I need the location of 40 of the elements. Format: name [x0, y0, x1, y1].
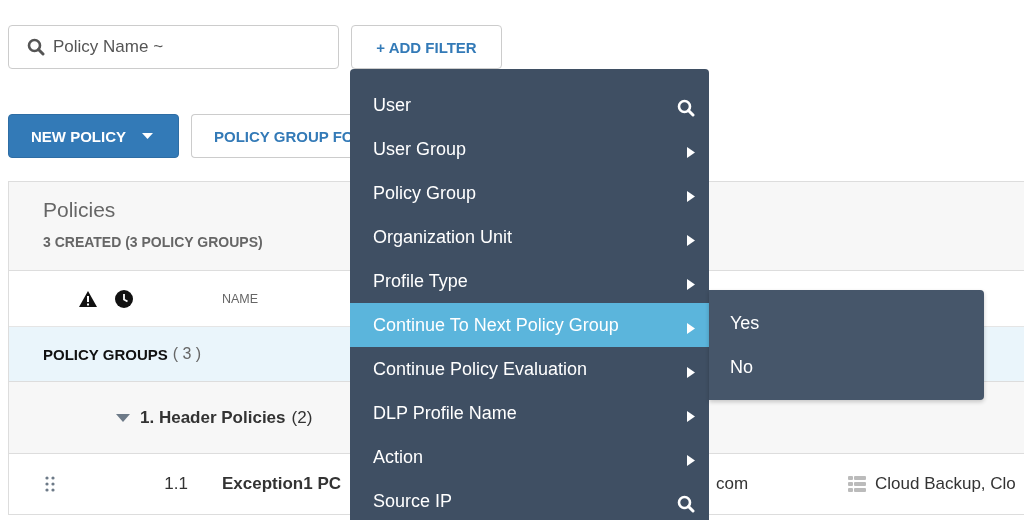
clock-icon — [115, 289, 133, 308]
policy-number: 1.1 — [164, 474, 189, 494]
menu-item[interactable]: Action — [350, 435, 709, 479]
new-policy-button[interactable]: NEW POLICY — [8, 114, 179, 158]
submenu-item[interactable]: Yes — [709, 301, 984, 345]
submenu-item[interactable]: No — [709, 345, 984, 389]
caret-down-icon — [142, 133, 153, 139]
search-icon — [677, 495, 695, 513]
caret-right-icon — [687, 454, 695, 466]
policy-name: Exception1 PC — [221, 474, 343, 494]
policy-groups-count: ( 3 ) — [172, 345, 202, 363]
caret-right-icon — [687, 190, 695, 202]
destination-cell: Cloud Backup, Clo — [875, 474, 1016, 494]
column-header: NAME — [221, 291, 260, 306]
caret-right-icon — [687, 278, 695, 290]
search-icon — [27, 38, 45, 56]
menu-item[interactable]: Continue Policy Evaluation — [350, 347, 709, 391]
caret-right-icon — [687, 146, 695, 158]
search-box[interactable]: Policy Name ~ — [8, 25, 339, 69]
grid-icon — [848, 476, 866, 492]
policies-summary: 3 CREATED (3 POLICY GROUPS) — [43, 234, 263, 250]
source-cell-text: com — [715, 474, 750, 494]
caret-right-icon — [687, 322, 695, 334]
caret-right-icon — [687, 366, 695, 378]
caret-right-icon — [687, 234, 695, 246]
menu-item[interactable]: Profile Type — [350, 259, 709, 303]
group-name: 1. Header Policies — [140, 407, 286, 428]
panel-title: Policies — [43, 198, 116, 222]
add-filter-button[interactable]: + ADD FILTER — [351, 25, 502, 69]
menu-item[interactable]: Policy Group — [350, 171, 709, 215]
drag-handle-icon[interactable] — [44, 476, 55, 492]
warning-icon — [79, 290, 97, 307]
search-field[interactable]: Policy Name ~ — [53, 27, 323, 67]
caret-right-icon — [687, 410, 695, 422]
menu-item[interactable]: Organization Unit — [350, 215, 709, 259]
search-icon — [677, 99, 695, 117]
policy-groups-label: POLICY GROUPS — [43, 345, 168, 363]
group-count: (2) — [291, 407, 313, 428]
menu-item[interactable]: Source IP — [350, 479, 709, 520]
menu-item[interactable]: DLP Profile Name — [350, 391, 709, 435]
